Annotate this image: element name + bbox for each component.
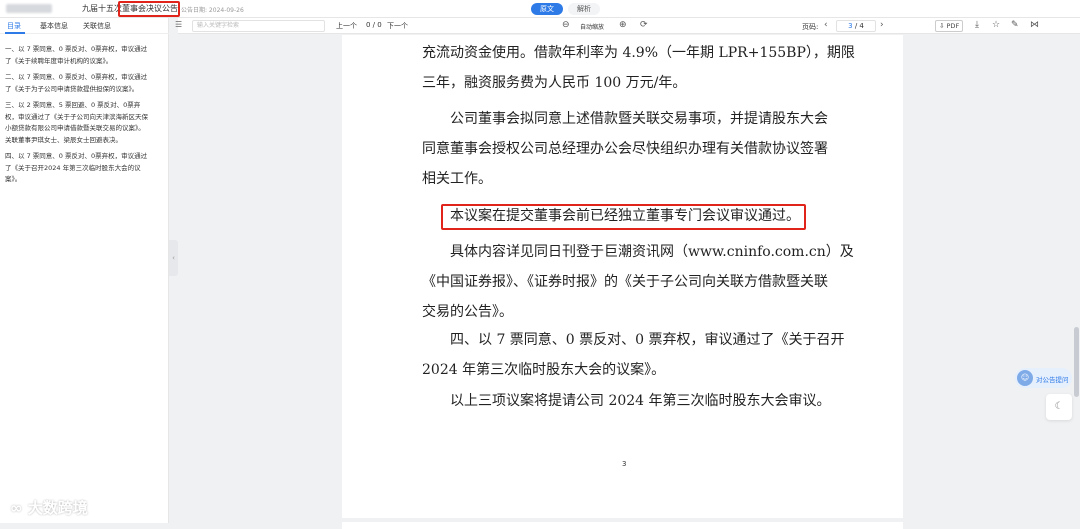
viewer-toolbar: ☰ 输入关键字检索 上一个 0 / 0 下一个 ⊖ 自动缩放 ⊕ ⟳ 页码: ‹… [175, 18, 1080, 34]
scrollbar-thumb[interactable] [1074, 327, 1079, 397]
total-pages: / 4 [854, 22, 864, 30]
paragraph-line: 以上三项议案将提请公司 2024 年第三次临时股东大会审议。 [422, 393, 831, 409]
zoom-mode[interactable]: 自动缩放 [580, 22, 604, 31]
page-number: 3 [622, 460, 627, 468]
current-page: 3 [848, 22, 853, 30]
edit-note-icon[interactable]: ✎ [1011, 20, 1019, 30]
paragraph-highlight-box [441, 204, 806, 230]
outline-list-icon[interactable]: ☰ [175, 20, 182, 29]
share-icon[interactable]: ⋈ [1030, 20, 1039, 30]
toc-item[interactable]: 二、以 7 票同意、0 票反对、0票弃权，审议通过了《关于为子公司申请贷款提供担… [5, 72, 151, 95]
blurred-logo [6, 4, 52, 13]
paragraph-line: 2024 年第三次临时股东大会的议案》。 [422, 362, 666, 378]
ask-announcement-label: 对公告提问 [1036, 376, 1069, 384]
title-highlight-box [118, 1, 180, 17]
tab-analysis[interactable]: 解析 [568, 3, 600, 15]
paragraph-line: 《中国证券报》、《证券时报》的《关于子公司向关联方借款暨关联 [422, 274, 828, 290]
paragraph-line: 同意董事会授权公司总经理办公会尽快组织办理有关借款协议签署 [422, 141, 828, 157]
page-number-input[interactable]: 3 / 4 [836, 20, 876, 32]
toc-list: 一、以 7 票同意、0 票反对、0票弃权，审议通过了《关于续聘年度审计机构的议案… [5, 44, 151, 191]
star-icon[interactable]: ☆ [992, 20, 1000, 30]
assistant-avatar-icon: ☺ [1017, 370, 1033, 386]
watermark: ∞ 大数跨境 [10, 499, 88, 517]
tab-basic-info[interactable]: 基本信息 [40, 21, 68, 31]
document-page: 充流动资金使用。借款年利率为 4.9%（一年期 LPR+155BP），期限 三年… [342, 35, 903, 518]
tab-original[interactable]: 原文 [531, 3, 563, 15]
ask-announcement-button[interactable]: ☺ 对公告提问 [1015, 368, 1072, 388]
active-tab-indicator [5, 32, 25, 34]
prev-page-icon[interactable]: ‹ [824, 20, 828, 30]
paragraph-line: 相关工作。 [422, 171, 492, 187]
paragraph-line: 充流动资金使用。借款年利率为 4.9%（一年期 LPR+155BP），期限 [422, 45, 855, 61]
search-input[interactable]: 输入关键字检索 [192, 20, 325, 32]
prev-match-button[interactable]: 上一个 [336, 21, 357, 31]
toc-item[interactable]: 三、以 2 票同意、5 票回避、0 票反对、0票弃权，审议通过了《关于子公司向天… [5, 100, 151, 146]
view-mode-switch: 原文 解析 [531, 3, 600, 15]
pdf-download-button[interactable]: ⇩ PDF [935, 20, 964, 32]
paragraph-line: 四、以 7 票同意、0 票反对、0 票弃权，审议通过了《关于召开 [422, 332, 845, 348]
next-page-edge [342, 522, 903, 529]
tab-toc[interactable]: 目录 [7, 21, 21, 31]
download-icon[interactable]: ⤓ [975, 20, 979, 30]
paragraph-line: 公司董事会拟同意上述借款暨关联交易事项，并提请股东大会 [422, 111, 828, 127]
sidebar: 目录 基本信息 关联信息 一、以 7 票同意、0 票反对、0票弃权，审议通过了《… [0, 18, 169, 523]
match-count: 0 / 0 [366, 21, 382, 29]
zoom-out-icon[interactable]: ⊖ [562, 20, 570, 30]
pdf-label: PDF [946, 22, 960, 30]
zoom-in-icon[interactable]: ⊕ [619, 20, 627, 30]
rotate-icon[interactable]: ⟳ [640, 20, 648, 30]
publish-date: 公告日期: 2024-09-26 [181, 7, 244, 14]
toc-item[interactable]: 一、以 7 票同意、0 票反对、0票弃权，审议通过了《关于续聘年度审计机构的议案… [5, 44, 151, 67]
tab-related-info[interactable]: 关联信息 [83, 21, 111, 31]
document-viewer: 充流动资金使用。借款年利率为 4.9%（一年期 LPR+155BP），期限 三年… [178, 35, 1080, 529]
paragraph-line: 具体内容详见同日刊登于巨潮资讯网（www.cninfo.com.cn）及 [422, 244, 854, 260]
page-label: 页码: [802, 23, 819, 31]
watermark-text: 大数跨境 [27, 499, 88, 517]
next-page-icon[interactable]: › [880, 20, 884, 30]
toc-item[interactable]: 四、以 7 票同意、0 票反对、0票弃权，审议通过了《关于召开2024 年第三次… [5, 151, 151, 186]
next-match-button[interactable]: 下一个 [387, 21, 408, 31]
top-bar: 九届十五次董事会决议公告 公告日期: 2024-09-26 原文 解析 [0, 0, 1080, 18]
dark-mode-moon-icon[interactable]: ☾ [1046, 394, 1072, 420]
sidebar-tabs: 目录 基本信息 关联信息 [0, 18, 169, 34]
sidebar-collapse-handle[interactable]: ‹ [169, 240, 178, 276]
paragraph-line: 交易的公告》。 [422, 304, 513, 320]
paragraph-line: 三年，融资服务费为人民币 100 万元/年。 [422, 75, 687, 91]
